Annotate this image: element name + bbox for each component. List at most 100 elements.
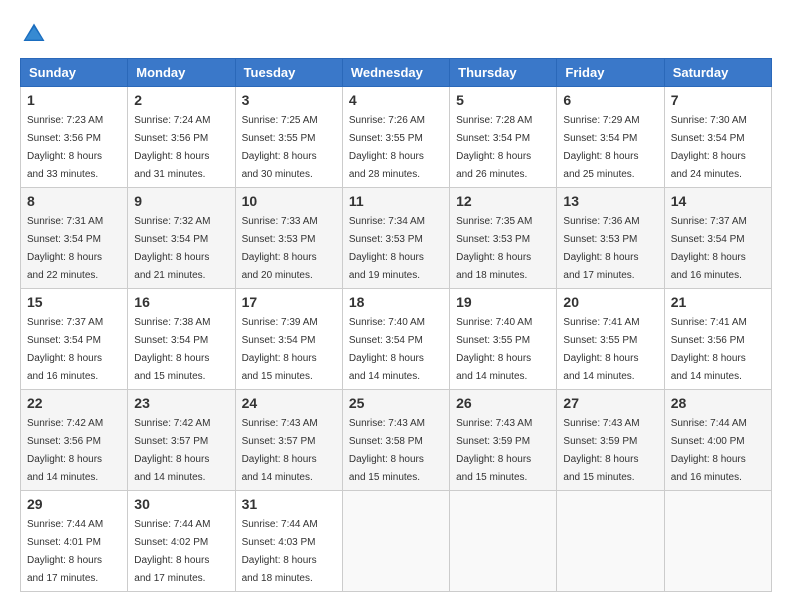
calendar-cell: 7 Sunrise: 7:30 AMSunset: 3:54 PMDayligh…: [664, 87, 771, 188]
day-number: 27: [563, 395, 657, 411]
calendar-cell: 3 Sunrise: 7:25 AMSunset: 3:55 PMDayligh…: [235, 87, 342, 188]
calendar-cell: [450, 491, 557, 592]
day-info: Sunrise: 7:26 AMSunset: 3:55 PMDaylight:…: [349, 115, 425, 180]
calendar-cell: 13 Sunrise: 7:36 AMSunset: 3:53 PMDaylig…: [557, 188, 664, 289]
day-number: 17: [242, 294, 336, 310]
calendar-cell: 21 Sunrise: 7:41 AMSunset: 3:56 PMDaylig…: [664, 289, 771, 390]
calendar-cell: 22 Sunrise: 7:42 AMSunset: 3:56 PMDaylig…: [21, 390, 128, 491]
calendar-week-2: 8 Sunrise: 7:31 AMSunset: 3:54 PMDayligh…: [21, 188, 772, 289]
day-info: Sunrise: 7:33 AMSunset: 3:53 PMDaylight:…: [242, 216, 318, 281]
day-info: Sunrise: 7:23 AMSunset: 3:56 PMDaylight:…: [27, 115, 103, 180]
calendar-cell: [664, 491, 771, 592]
calendar-cell: 23 Sunrise: 7:42 AMSunset: 3:57 PMDaylig…: [128, 390, 235, 491]
calendar-week-3: 15 Sunrise: 7:37 AMSunset: 3:54 PMDaylig…: [21, 289, 772, 390]
calendar-cell: 5 Sunrise: 7:28 AMSunset: 3:54 PMDayligh…: [450, 87, 557, 188]
day-number: 23: [134, 395, 228, 411]
calendar-cell: 24 Sunrise: 7:43 AMSunset: 3:57 PMDaylig…: [235, 390, 342, 491]
day-number: 12: [456, 193, 550, 209]
day-header-thursday: Thursday: [450, 59, 557, 87]
day-info: Sunrise: 7:44 AMSunset: 4:02 PMDaylight:…: [134, 519, 210, 584]
logo-icon: [20, 20, 48, 48]
calendar-cell: 20 Sunrise: 7:41 AMSunset: 3:55 PMDaylig…: [557, 289, 664, 390]
day-number: 3: [242, 92, 336, 108]
day-number: 13: [563, 193, 657, 209]
day-info: Sunrise: 7:44 AMSunset: 4:00 PMDaylight:…: [671, 418, 747, 483]
calendar-cell: 19 Sunrise: 7:40 AMSunset: 3:55 PMDaylig…: [450, 289, 557, 390]
day-number: 20: [563, 294, 657, 310]
calendar-table: SundayMondayTuesdayWednesdayThursdayFrid…: [20, 58, 772, 592]
calendar-cell: [557, 491, 664, 592]
day-info: Sunrise: 7:38 AMSunset: 3:54 PMDaylight:…: [134, 317, 210, 382]
day-number: 19: [456, 294, 550, 310]
day-info: Sunrise: 7:40 AMSunset: 3:55 PMDaylight:…: [456, 317, 532, 382]
calendar-cell: 6 Sunrise: 7:29 AMSunset: 3:54 PMDayligh…: [557, 87, 664, 188]
day-info: Sunrise: 7:39 AMSunset: 3:54 PMDaylight:…: [242, 317, 318, 382]
day-number: 7: [671, 92, 765, 108]
calendar-cell: 30 Sunrise: 7:44 AMSunset: 4:02 PMDaylig…: [128, 491, 235, 592]
day-info: Sunrise: 7:41 AMSunset: 3:55 PMDaylight:…: [563, 317, 639, 382]
day-info: Sunrise: 7:32 AMSunset: 3:54 PMDaylight:…: [134, 216, 210, 281]
day-number: 31: [242, 496, 336, 512]
day-info: Sunrise: 7:36 AMSunset: 3:53 PMDaylight:…: [563, 216, 639, 281]
calendar-cell: 10 Sunrise: 7:33 AMSunset: 3:53 PMDaylig…: [235, 188, 342, 289]
calendar-cell: 2 Sunrise: 7:24 AMSunset: 3:56 PMDayligh…: [128, 87, 235, 188]
logo: [20, 20, 52, 48]
day-number: 4: [349, 92, 443, 108]
calendar-cell: 11 Sunrise: 7:34 AMSunset: 3:53 PMDaylig…: [342, 188, 449, 289]
day-number: 10: [242, 193, 336, 209]
calendar-cell: 18 Sunrise: 7:40 AMSunset: 3:54 PMDaylig…: [342, 289, 449, 390]
day-header-monday: Monday: [128, 59, 235, 87]
day-number: 6: [563, 92, 657, 108]
calendar-cell: 28 Sunrise: 7:44 AMSunset: 4:00 PMDaylig…: [664, 390, 771, 491]
day-info: Sunrise: 7:43 AMSunset: 3:57 PMDaylight:…: [242, 418, 318, 483]
day-number: 25: [349, 395, 443, 411]
day-info: Sunrise: 7:41 AMSunset: 3:56 PMDaylight:…: [671, 317, 747, 382]
day-info: Sunrise: 7:34 AMSunset: 3:53 PMDaylight:…: [349, 216, 425, 281]
calendar-cell: 16 Sunrise: 7:38 AMSunset: 3:54 PMDaylig…: [128, 289, 235, 390]
day-header-saturday: Saturday: [664, 59, 771, 87]
day-number: 9: [134, 193, 228, 209]
day-number: 14: [671, 193, 765, 209]
day-number: 1: [27, 92, 121, 108]
calendar-cell: 12 Sunrise: 7:35 AMSunset: 3:53 PMDaylig…: [450, 188, 557, 289]
calendar-week-4: 22 Sunrise: 7:42 AMSunset: 3:56 PMDaylig…: [21, 390, 772, 491]
day-number: 2: [134, 92, 228, 108]
calendar-cell: 8 Sunrise: 7:31 AMSunset: 3:54 PMDayligh…: [21, 188, 128, 289]
day-info: Sunrise: 7:43 AMSunset: 3:59 PMDaylight:…: [563, 418, 639, 483]
day-header-friday: Friday: [557, 59, 664, 87]
day-number: 11: [349, 193, 443, 209]
calendar-week-1: 1 Sunrise: 7:23 AMSunset: 3:56 PMDayligh…: [21, 87, 772, 188]
day-number: 22: [27, 395, 121, 411]
day-header-wednesday: Wednesday: [342, 59, 449, 87]
day-number: 15: [27, 294, 121, 310]
day-info: Sunrise: 7:42 AMSunset: 3:57 PMDaylight:…: [134, 418, 210, 483]
calendar-cell: 4 Sunrise: 7:26 AMSunset: 3:55 PMDayligh…: [342, 87, 449, 188]
day-info: Sunrise: 7:37 AMSunset: 3:54 PMDaylight:…: [671, 216, 747, 281]
day-number: 30: [134, 496, 228, 512]
day-info: Sunrise: 7:31 AMSunset: 3:54 PMDaylight:…: [27, 216, 103, 281]
day-info: Sunrise: 7:44 AMSunset: 4:01 PMDaylight:…: [27, 519, 103, 584]
day-number: 24: [242, 395, 336, 411]
day-info: Sunrise: 7:40 AMSunset: 3:54 PMDaylight:…: [349, 317, 425, 382]
day-info: Sunrise: 7:44 AMSunset: 4:03 PMDaylight:…: [242, 519, 318, 584]
day-number: 18: [349, 294, 443, 310]
calendar-cell: 17 Sunrise: 7:39 AMSunset: 3:54 PMDaylig…: [235, 289, 342, 390]
page-header: [20, 20, 772, 48]
day-number: 5: [456, 92, 550, 108]
day-info: Sunrise: 7:35 AMSunset: 3:53 PMDaylight:…: [456, 216, 532, 281]
calendar-cell: 15 Sunrise: 7:37 AMSunset: 3:54 PMDaylig…: [21, 289, 128, 390]
calendar-cell: 27 Sunrise: 7:43 AMSunset: 3:59 PMDaylig…: [557, 390, 664, 491]
day-info: Sunrise: 7:29 AMSunset: 3:54 PMDaylight:…: [563, 115, 639, 180]
day-number: 16: [134, 294, 228, 310]
calendar-week-5: 29 Sunrise: 7:44 AMSunset: 4:01 PMDaylig…: [21, 491, 772, 592]
day-info: Sunrise: 7:28 AMSunset: 3:54 PMDaylight:…: [456, 115, 532, 180]
day-info: Sunrise: 7:43 AMSunset: 3:59 PMDaylight:…: [456, 418, 532, 483]
day-number: 21: [671, 294, 765, 310]
calendar-cell: 1 Sunrise: 7:23 AMSunset: 3:56 PMDayligh…: [21, 87, 128, 188]
day-header-sunday: Sunday: [21, 59, 128, 87]
calendar-cell: 14 Sunrise: 7:37 AMSunset: 3:54 PMDaylig…: [664, 188, 771, 289]
day-number: 28: [671, 395, 765, 411]
day-header-tuesday: Tuesday: [235, 59, 342, 87]
calendar-cell: 9 Sunrise: 7:32 AMSunset: 3:54 PMDayligh…: [128, 188, 235, 289]
day-info: Sunrise: 7:30 AMSunset: 3:54 PMDaylight:…: [671, 115, 747, 180]
